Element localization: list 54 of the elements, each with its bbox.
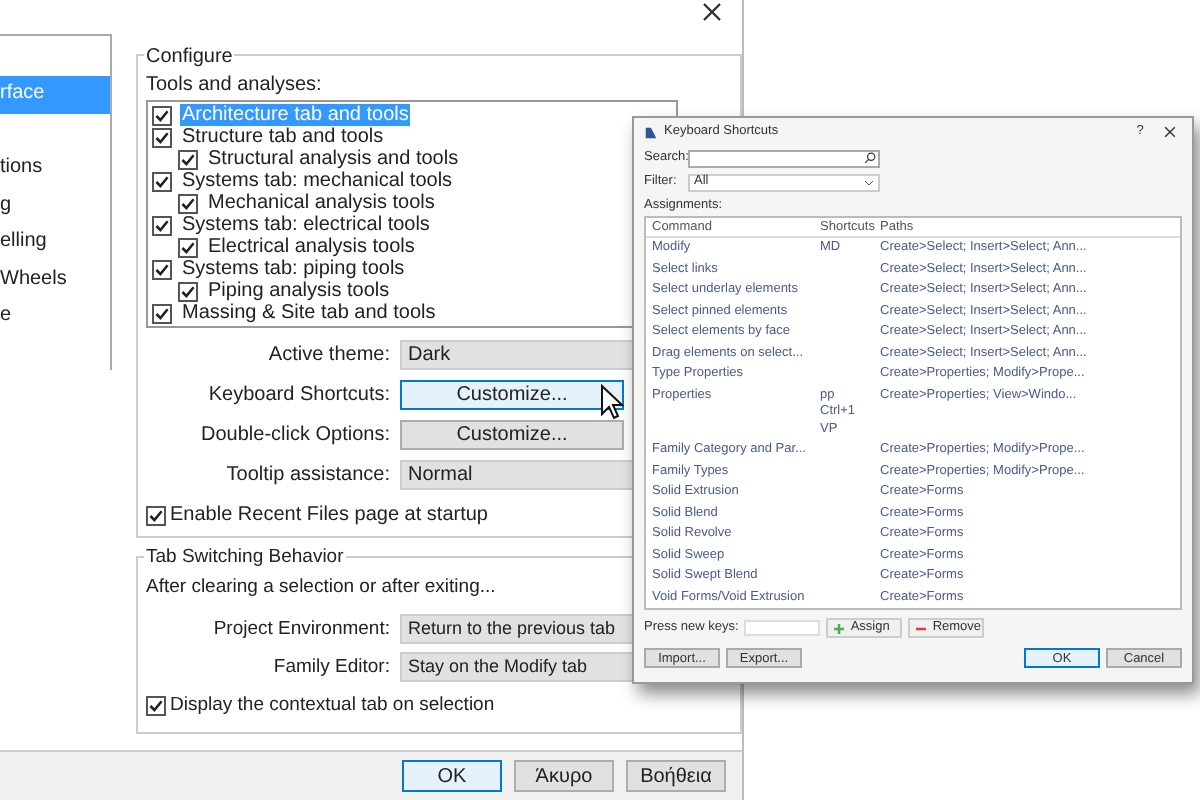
close-icon[interactable] (1164, 126, 1176, 138)
field-label: Family Editor: (271, 653, 390, 682)
tree-item[interactable]: Systems tab: piping tools (180, 258, 407, 280)
cursor-icon (600, 384, 624, 420)
field-label: Keyboard Shortcuts: (206, 382, 390, 410)
dialog-button[interactable]: OK (402, 760, 502, 792)
checkbox-label: Enable Recent Files page at startup (170, 502, 488, 530)
checkbox[interactable] (178, 281, 198, 301)
checkbox[interactable] (152, 215, 172, 235)
tree-item[interactable]: Structure tab and tools (180, 126, 386, 148)
field-label: Tooltip assistance: (224, 462, 390, 490)
app-icon (644, 125, 658, 139)
checkbox[interactable] (178, 193, 198, 213)
checkmark-icon (148, 507, 164, 523)
search-field[interactable] (688, 149, 880, 167)
customize-button[interactable]: Customize... (400, 420, 624, 450)
field-label: Project Environment: (211, 615, 390, 644)
sidebar-item[interactable]: g (0, 187, 110, 224)
group-title: Configure (144, 42, 235, 72)
checkbox-label: Display the contextual tab on selection (170, 692, 495, 721)
dialog-button[interactable]: Άκυρο (514, 760, 614, 792)
tree-item[interactable]: Structural analysis and tools (206, 148, 461, 170)
minus-icon (916, 623, 927, 633)
tree-item[interactable]: Systems tab: mechanical tools (180, 170, 455, 192)
checkbox[interactable] (146, 505, 166, 525)
checkbox[interactable] (146, 696, 166, 717)
tree-item[interactable]: Mechanical analysis tools (206, 192, 437, 214)
search-icon (864, 152, 876, 164)
customize-button[interactable]: Customize... (400, 380, 624, 410)
chevron-down-icon (864, 179, 874, 185)
checkbox[interactable] (152, 105, 172, 125)
field-label: Double-click Options: (199, 422, 390, 450)
sidebar-item[interactable]: e (0, 298, 110, 335)
close-icon[interactable] (702, 2, 722, 22)
sidebar-item[interactable]: Wheels (0, 261, 110, 298)
sidebar-item[interactable]: elling (0, 224, 110, 261)
tree-item[interactable]: Systems tab: electrical tools (180, 214, 432, 236)
checkbox[interactable] (152, 259, 172, 279)
dialog-button[interactable]: Βοήθεια (626, 760, 726, 792)
checkbox[interactable] (178, 149, 198, 169)
tree-item[interactable]: Piping analysis tools (206, 280, 392, 302)
tree-item[interactable]: Massing & Site tab and tools (180, 302, 438, 324)
sidebar-item[interactable]: tions (0, 150, 110, 187)
intro-text: After clearing a selection or after exiting... (146, 574, 496, 602)
tree-item[interactable]: Electrical analysis tools (206, 236, 417, 258)
plus-icon (834, 623, 845, 633)
tools-label: Tools and analyses: (146, 72, 324, 100)
checkmark-icon (148, 698, 164, 715)
checkbox[interactable] (152, 303, 172, 323)
checkbox[interactable] (152, 171, 172, 191)
field-label: Active theme: (266, 342, 390, 370)
checkbox[interactable] (178, 237, 198, 257)
checkbox[interactable] (152, 127, 172, 147)
keys-field[interactable] (744, 620, 821, 636)
